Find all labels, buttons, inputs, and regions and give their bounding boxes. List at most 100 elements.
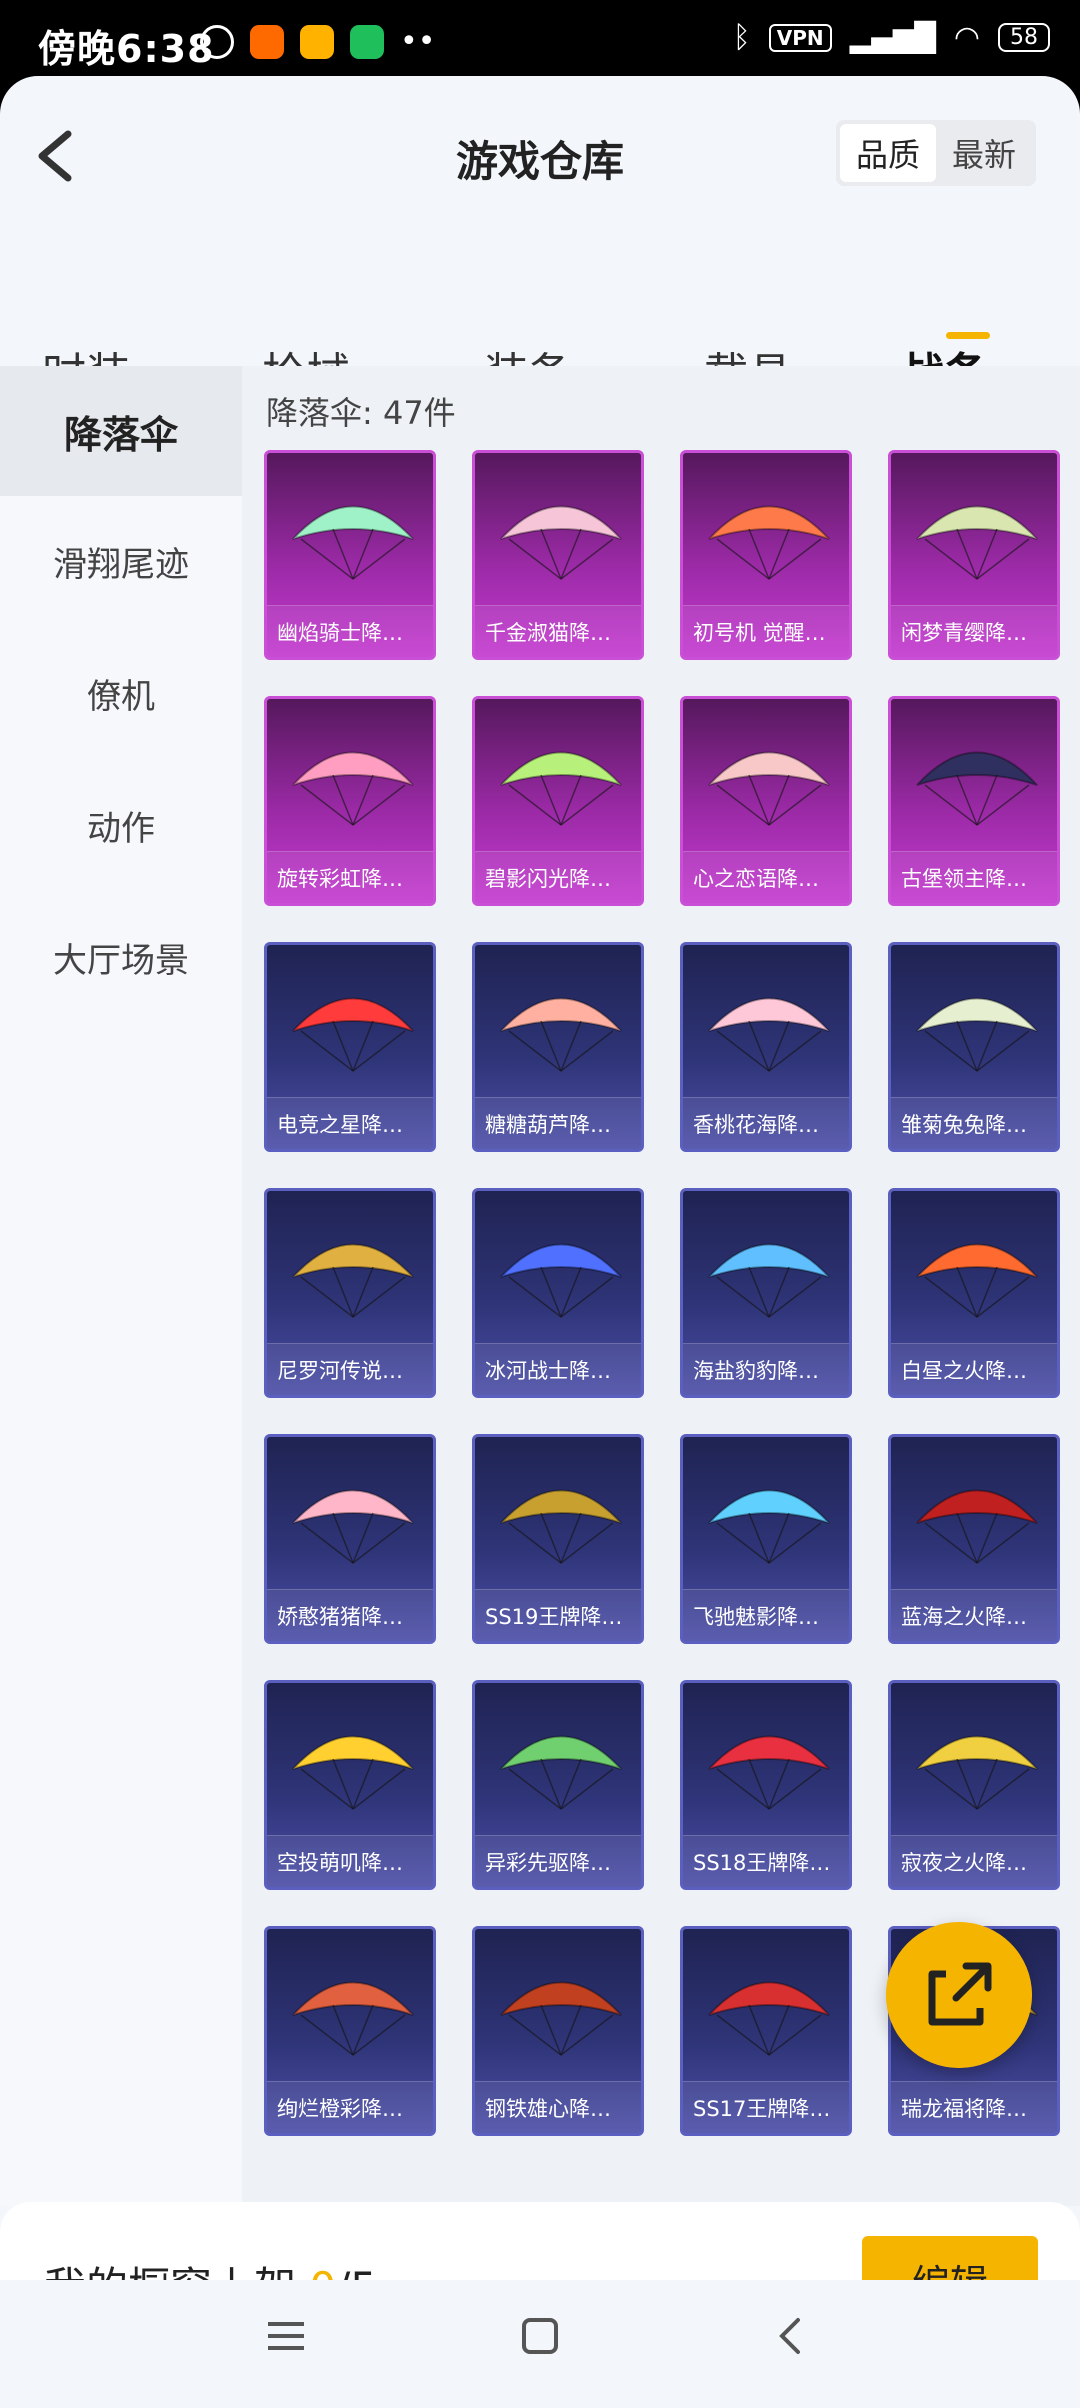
section-count: 降落伞: 47件 xyxy=(266,394,456,432)
item-card[interactable]: 蓝海之火降… xyxy=(888,1434,1060,1644)
app-window: 游戏仓库 品质 最新 时装 414 枪械 164 装备 166 载具 0 战备 … xyxy=(0,76,1080,2408)
item-card[interactable]: 异彩先驱降… xyxy=(472,1680,644,1890)
item-name: 尼罗河传说… xyxy=(267,1343,433,1395)
item-name: 冰河战士降… xyxy=(475,1343,641,1395)
parachute-icon xyxy=(500,505,622,580)
parachute-icon xyxy=(708,997,830,1072)
menu-icon[interactable] xyxy=(256,2306,316,2366)
item-card[interactable]: 尼罗河传说… xyxy=(264,1188,436,1398)
sort-quality-button[interactable]: 品质 xyxy=(839,124,936,182)
parachute-icon xyxy=(500,1489,622,1564)
parachute-icon xyxy=(916,505,1038,580)
item-name: 碧影闪光降… xyxy=(475,851,641,903)
system-nav-bar xyxy=(0,2280,1080,2408)
item-card[interactable]: 寂夜之火降… xyxy=(888,1680,1060,1890)
item-name: 旋转彩虹降… xyxy=(267,851,433,903)
parachute-icon xyxy=(708,1981,830,2056)
item-card[interactable]: 电竞之星降… xyxy=(264,942,436,1152)
parachute-icon xyxy=(292,1981,414,2056)
item-name: 心之恋语降… xyxy=(683,851,849,903)
sidebar-item-lobby-scene[interactable]: 大厅场景 xyxy=(0,892,242,1022)
item-name: 瑞龙福将降… xyxy=(891,2081,1057,2133)
item-card[interactable]: 闲梦青缨降… xyxy=(888,450,1060,660)
item-card[interactable]: SS19王牌降… xyxy=(472,1434,644,1644)
phone-app-icon xyxy=(350,24,384,59)
parachute-icon xyxy=(916,1489,1038,1564)
sidebar: 降落伞 滑翔尾迹 僚机 动作 大厅场景 xyxy=(0,366,242,2206)
bluetooth-icon: ᛒ xyxy=(732,20,751,55)
parachute-icon xyxy=(500,1243,622,1318)
item-name: 千金淑猫降… xyxy=(475,605,641,657)
parachute-icon xyxy=(500,1981,622,2056)
parachute-icon xyxy=(500,997,622,1072)
sidebar-item-emote[interactable]: 动作 xyxy=(0,760,242,890)
header: 游戏仓库 品质 最新 xyxy=(0,76,1080,226)
parachute-icon xyxy=(500,1735,622,1810)
item-name: 飞驰魅影降… xyxy=(683,1589,849,1641)
category-tabs: 时装 414 枪械 164 装备 166 载具 0 战备 100 xyxy=(0,226,1080,400)
parachute-icon xyxy=(292,505,414,580)
parachute-icon xyxy=(708,1735,830,1810)
item-card[interactable]: 海盐豹豹降… xyxy=(680,1188,852,1398)
item-card[interactable]: SS17王牌降… xyxy=(680,1926,852,2136)
parachute-icon xyxy=(500,751,622,826)
sidebar-item-parachute[interactable]: 降落伞 xyxy=(0,366,242,496)
sidebar-item-glide-trail[interactable]: 滑翔尾迹 xyxy=(0,496,242,626)
item-name: SS17王牌降… xyxy=(683,2081,849,2133)
item-name: 异彩先驱降… xyxy=(475,1835,641,1887)
parachute-icon xyxy=(292,1489,414,1564)
sort-latest-button[interactable]: 最新 xyxy=(936,124,1032,182)
item-card[interactable]: 幽焰骑士降… xyxy=(264,450,436,660)
parachute-icon xyxy=(708,1489,830,1564)
item-name: SS19王牌降… xyxy=(475,1589,641,1641)
content-area: 降落伞 滑翔尾迹 僚机 动作 大厅场景 降落伞: 47件 幽焰骑士降… 千金淑猫降… xyxy=(0,366,1080,2206)
item-card[interactable]: 白昼之火降… xyxy=(888,1188,1060,1398)
item-card[interactable]: 空投萌叽降… xyxy=(264,1680,436,1890)
parachute-icon xyxy=(916,1243,1038,1318)
item-card[interactable]: 飞驰魅影降… xyxy=(680,1434,852,1644)
parachute-icon xyxy=(708,1243,830,1318)
item-card[interactable]: 旋转彩虹降… xyxy=(264,696,436,906)
item-card[interactable]: 香桃花海降… xyxy=(680,942,852,1152)
item-name: 海盐豹豹降… xyxy=(683,1343,849,1395)
item-name: 电竞之星降… xyxy=(267,1097,433,1149)
share-export-button[interactable] xyxy=(886,1922,1032,2068)
item-name: 钢铁雄心降… xyxy=(475,2081,641,2133)
mute-icon xyxy=(200,24,234,59)
item-name: SS18王牌降… xyxy=(683,1835,849,1887)
sort-toggle: 品质 最新 xyxy=(835,120,1036,186)
item-card[interactable]: 冰河战士降… xyxy=(472,1188,644,1398)
item-card[interactable]: 初号机 觉醒… xyxy=(680,450,852,660)
status-bar: 傍晚6:38 •• ᛒ VPN ▂▄▆█ ◠ 58 xyxy=(0,0,1080,78)
parachute-icon xyxy=(292,997,414,1072)
item-name: 雏菊兔兔降… xyxy=(891,1097,1057,1149)
item-name: 寂夜之火降… xyxy=(891,1835,1057,1887)
home-icon[interactable] xyxy=(510,2306,570,2366)
parachute-icon xyxy=(916,997,1038,1072)
item-card[interactable]: 碧影闪光降… xyxy=(472,696,644,906)
item-card[interactable]: 雏菊兔兔降… xyxy=(888,942,1060,1152)
item-name: 娇憨猪猪降… xyxy=(267,1589,433,1641)
parachute-icon xyxy=(292,1735,414,1810)
item-card[interactable]: 心之恋语降… xyxy=(680,696,852,906)
item-card[interactable]: 古堡领主降… xyxy=(888,696,1060,906)
item-card[interactable]: 钢铁雄心降… xyxy=(472,1926,644,2136)
parachute-icon xyxy=(292,751,414,826)
notification-icons: •• xyxy=(200,24,435,59)
parachute-icon xyxy=(292,1243,414,1318)
item-name: 幽焰骑士降… xyxy=(267,605,433,657)
back-icon[interactable] xyxy=(762,2306,822,2366)
parachute-icon xyxy=(916,751,1038,826)
xiaomi-app-icon xyxy=(250,24,284,59)
item-card[interactable]: SS18王牌降… xyxy=(680,1680,852,1890)
notes-app-icon xyxy=(300,24,334,59)
item-card[interactable]: 绚烂橙彩降… xyxy=(264,1926,436,2136)
item-card[interactable]: 千金淑猫降… xyxy=(472,450,644,660)
system-icons: ᛒ VPN ▂▄▆█ ◠ 58 xyxy=(733,20,1050,55)
parachute-icon xyxy=(708,751,830,826)
item-card[interactable]: 糖糖葫芦降… xyxy=(472,942,644,1152)
sidebar-item-wingman[interactable]: 僚机 xyxy=(0,628,242,758)
wifi-icon: ◠ xyxy=(953,20,980,55)
item-card[interactable]: 娇憨猪猪降… xyxy=(264,1434,436,1644)
item-name: 空投萌叽降… xyxy=(267,1835,433,1887)
